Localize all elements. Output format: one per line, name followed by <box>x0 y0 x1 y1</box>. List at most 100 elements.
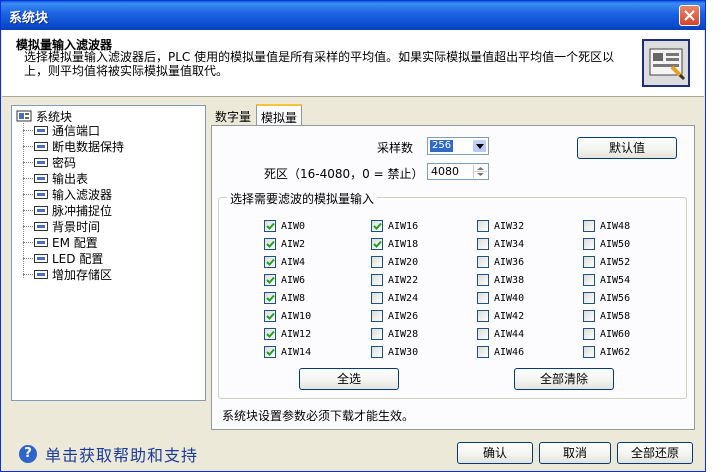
unchecked-box[interactable] <box>477 328 489 340</box>
unchecked-box[interactable] <box>371 256 383 268</box>
checkbox-aiw18[interactable]: AIW18 <box>371 237 418 251</box>
checkbox-aiw14[interactable]: AIW14 <box>264 345 311 359</box>
ok-button[interactable]: 确认 <box>457 442 533 464</box>
tree-item-output-table[interactable]: 输出表 <box>23 171 88 186</box>
clear-all-button[interactable]: 全部清除 <box>514 368 614 390</box>
unchecked-box[interactable] <box>371 292 383 304</box>
tree-item-pulse-catch[interactable]: 脉冲捕捉位 <box>23 203 112 218</box>
checked-box[interactable] <box>371 220 383 232</box>
checked-box[interactable] <box>264 328 276 340</box>
unchecked-box[interactable] <box>371 346 383 358</box>
tab-digital[interactable]: 数字量 <box>211 105 255 125</box>
samples-select[interactable]: 256 <box>427 137 489 155</box>
checkbox-aiw4[interactable]: AIW4 <box>264 255 305 269</box>
checkbox-aiw58[interactable]: AIW58 <box>583 309 630 323</box>
title-bar[interactable]: 系统块 <box>1 1 705 30</box>
checkbox-aiw38[interactable]: AIW38 <box>477 273 524 287</box>
checkbox-aiw54[interactable]: AIW54 <box>583 273 630 287</box>
select-all-button[interactable]: 全选 <box>299 368 399 390</box>
checkbox-aiw50[interactable]: AIW50 <box>583 237 630 251</box>
help-link[interactable]: ? 单击获取帮助和支持 <box>19 442 198 466</box>
checkbox-aiw62[interactable]: AIW62 <box>583 345 630 359</box>
checkbox-aiw36[interactable]: AIW36 <box>477 255 524 269</box>
checkbox-label: AIW0 <box>281 220 306 232</box>
checkbox-aiw42[interactable]: AIW42 <box>477 309 524 323</box>
unchecked-box[interactable] <box>477 274 489 286</box>
checkbox-aiw30[interactable]: AIW30 <box>371 345 418 359</box>
checkbox-aiw16[interactable]: AIW16 <box>371 219 418 233</box>
unchecked-box[interactable] <box>583 328 595 340</box>
unchecked-box[interactable] <box>583 274 595 286</box>
dropdown-button[interactable] <box>472 139 487 153</box>
module-icon <box>34 174 48 183</box>
default-button[interactable]: 默认值 <box>577 137 677 159</box>
unchecked-box[interactable] <box>477 220 489 232</box>
checkbox-aiw44[interactable]: AIW44 <box>477 327 524 341</box>
checked-box[interactable] <box>264 346 276 358</box>
tree-item-background-time[interactable]: 背景时间 <box>23 219 100 234</box>
unchecked-box[interactable] <box>477 238 489 250</box>
checked-box[interactable] <box>264 220 276 232</box>
checked-box[interactable] <box>264 256 276 268</box>
unchecked-box[interactable] <box>371 310 383 322</box>
unchecked-box[interactable] <box>583 292 595 304</box>
checkbox-aiw6[interactable]: AIW6 <box>264 273 305 287</box>
unchecked-box[interactable] <box>371 274 383 286</box>
tree-item-password[interactable]: 密码 <box>23 155 76 170</box>
cancel-button[interactable]: 取消 <box>539 442 611 464</box>
checkbox-aiw26[interactable]: AIW26 <box>371 309 418 323</box>
checkbox-aiw32[interactable]: AIW32 <box>477 219 524 233</box>
checked-box[interactable] <box>371 238 383 250</box>
checkbox-aiw28[interactable]: AIW28 <box>371 327 418 341</box>
checkbox-aiw12[interactable]: AIW12 <box>264 327 311 341</box>
checkbox-aiw2[interactable]: AIW2 <box>264 237 305 251</box>
checkbox-aiw8[interactable]: AIW8 <box>264 291 305 305</box>
unchecked-box[interactable] <box>477 292 489 304</box>
checkbox-aiw34[interactable]: AIW34 <box>477 237 524 251</box>
checkbox-aiw22[interactable]: AIW22 <box>371 273 418 287</box>
checked-box[interactable] <box>264 238 276 250</box>
tree-item-em-config[interactable]: EM 配置 <box>23 235 98 250</box>
tree-item-comm-port[interactable]: 通信端口 <box>23 123 100 138</box>
module-icon <box>34 238 48 247</box>
module-icon <box>34 158 48 167</box>
restore-all-button[interactable]: 全部还原 <box>617 442 693 464</box>
filter-input-group: 选择需要滤波的模拟量输入 AIW0 AIW2 AIW4 AIW6 AIW8 AIW10 AI… <box>218 190 687 399</box>
checked-box[interactable] <box>264 292 276 304</box>
tree-item-led-config[interactable]: LED 配置 <box>23 251 103 266</box>
checkbox-aiw10[interactable]: AIW10 <box>264 309 311 323</box>
unchecked-box[interactable] <box>583 346 595 358</box>
tree-root[interactable]: 系统块 <box>16 109 72 124</box>
checked-box[interactable] <box>264 274 276 286</box>
tree-item-retentive[interactable]: 断电数据保持 <box>23 139 124 154</box>
unchecked-box[interactable] <box>583 256 595 268</box>
checkbox-aiw0[interactable]: AIW0 <box>264 219 305 233</box>
deadband-spinner[interactable]: 4080 <box>427 163 489 180</box>
unchecked-box[interactable] <box>583 238 595 250</box>
tab-analog[interactable]: 模拟量 <box>256 104 303 126</box>
tree-item-extra-memory[interactable]: 增加存储区 <box>23 267 112 282</box>
analog-panel: 采样数 256 死区（16-4080，0 = 禁止） 4080 默认值 选择需要… <box>211 125 695 430</box>
checkbox-aiw46[interactable]: AIW46 <box>477 345 524 359</box>
settings-tree[interactable]: 系统块 通信端口 断电数据保持 密码 输出表 输入滤波器 脉冲捕捉位 背景时间 … <box>11 105 206 401</box>
system-block-dialog: 系统块 模拟量输入滤波器 选择模拟量输入滤波器后，PLC 使用的模拟量值是所有采… <box>0 0 706 472</box>
checkbox-aiw52[interactable]: AIW52 <box>583 255 630 269</box>
spin-buttons[interactable] <box>473 165 487 178</box>
close-button[interactable] <box>679 5 700 26</box>
unchecked-box[interactable] <box>477 310 489 322</box>
checkbox-aiw24[interactable]: AIW24 <box>371 291 418 305</box>
checkbox-aiw48[interactable]: AIW48 <box>583 219 630 233</box>
checkbox-aiw56[interactable]: AIW56 <box>583 291 630 305</box>
checked-box[interactable] <box>264 310 276 322</box>
unchecked-box[interactable] <box>477 256 489 268</box>
checkbox-aiw20[interactable]: AIW20 <box>371 255 418 269</box>
unchecked-box[interactable] <box>477 346 489 358</box>
window-title: 系统块 <box>9 11 49 26</box>
module-icon <box>34 270 48 279</box>
checkbox-aiw40[interactable]: AIW40 <box>477 291 524 305</box>
tree-item-input-filter[interactable]: 输入滤波器 <box>23 187 112 202</box>
checkbox-aiw60[interactable]: AIW60 <box>583 327 630 341</box>
unchecked-box[interactable] <box>371 328 383 340</box>
unchecked-box[interactable] <box>583 310 595 322</box>
unchecked-box[interactable] <box>583 220 595 232</box>
